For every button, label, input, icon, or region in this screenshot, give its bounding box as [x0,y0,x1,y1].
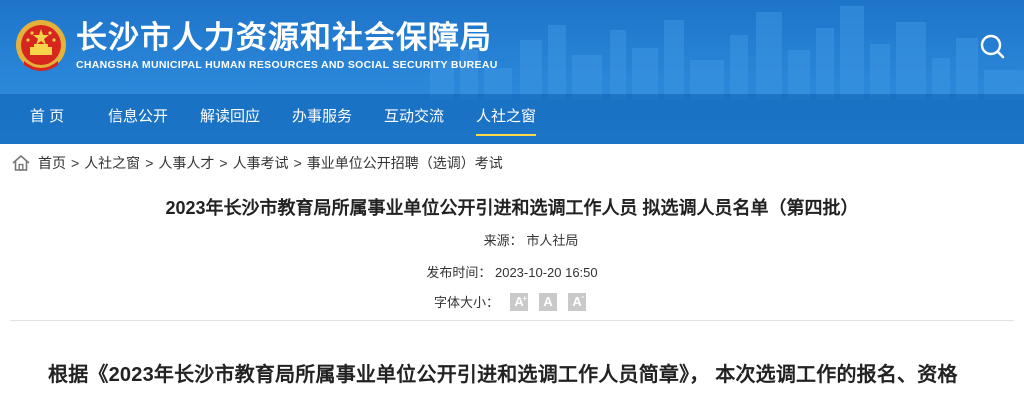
search-icon[interactable] [978,32,1006,60]
breadcrumb-hr-window[interactable]: 人社之窗 [84,153,140,173]
breadcrumb-personnel[interactable]: 人事人才 [158,153,214,173]
article-source: 来源： 市人社局 [0,230,1024,249]
breadcrumb-separator: > [293,155,302,171]
time-value: 2023-10-20 16:50 [494,265,598,280]
content-divider [10,320,1014,321]
site-brand[interactable]: 长沙市人力资源和社会保障局 CHANGSHA MUNICIPAL HUMAN R… [14,16,498,76]
nav-item-interaction[interactable]: 互动交流 [384,94,444,144]
nav-item-info-disclosure[interactable]: 信息公开 [108,94,168,144]
main-nav: 首 页 信息公开 解读回应 办事服务 互动交流 人社之窗 [0,94,1024,144]
article-publish-time: 发布时间： 2023-10-20 16:50 [0,262,1024,281]
national-emblem-icon [16,20,66,71]
breadcrumb-separator: > [219,155,228,171]
home-icon [12,155,30,171]
font-decrease-label: A [572,294,582,309]
source-value: 市人社局 [526,233,579,248]
font-reset-button[interactable]: A [539,292,558,311]
font-decrease-button[interactable]: A- [568,292,587,311]
article-body-paragraph: 根据《2023年长沙市教育局所属事业单位公开引进和选调工作人员简章》， 本次选调… [48,364,958,386]
breadcrumb-separator: > [145,155,154,171]
breadcrumb-separator: > [71,155,80,171]
font-size-label: 字体大小： [434,295,500,310]
site-header: 长沙市人力资源和社会保障局 CHANGSHA MUNICIPAL HUMAN R… [0,0,1024,144]
breadcrumb: 首页 > 人社之窗 > 人事人才 > 人事考试 > 事业单位公开招聘（选调）考试 [0,144,1024,182]
source-label: 来源： [483,233,523,248]
font-increase-button[interactable]: A + [510,292,529,311]
time-label: 发布时间： [426,265,492,280]
breadcrumb-home[interactable]: 首页 [38,153,66,173]
breadcrumb-exams[interactable]: 人事考试 [233,153,289,173]
site-title-en: CHANGSHA MUNICIPAL HUMAN RESOURCES AND S… [76,59,498,71]
breadcrumb-recruitment-exam[interactable]: 事业单位公开招聘（选调）考试 [307,153,503,173]
nav-item-home[interactable]: 首 页 [28,94,66,144]
site-title-cn: 长沙市人力资源和社会保障局 [76,20,492,55]
font-reset-label: A [543,294,553,309]
font-size-control: 字体大小： A + A A- [434,292,587,311]
nav-item-hr-window[interactable]: 人社之窗 [476,94,536,144]
nav-item-services[interactable]: 办事服务 [292,94,352,144]
article-title: 2023年长沙市教育局所属事业单位公开引进和选调工作人员 拟选调人员名单（第四批… [165,198,859,218]
nav-item-interpretation[interactable]: 解读回应 [200,94,260,144]
